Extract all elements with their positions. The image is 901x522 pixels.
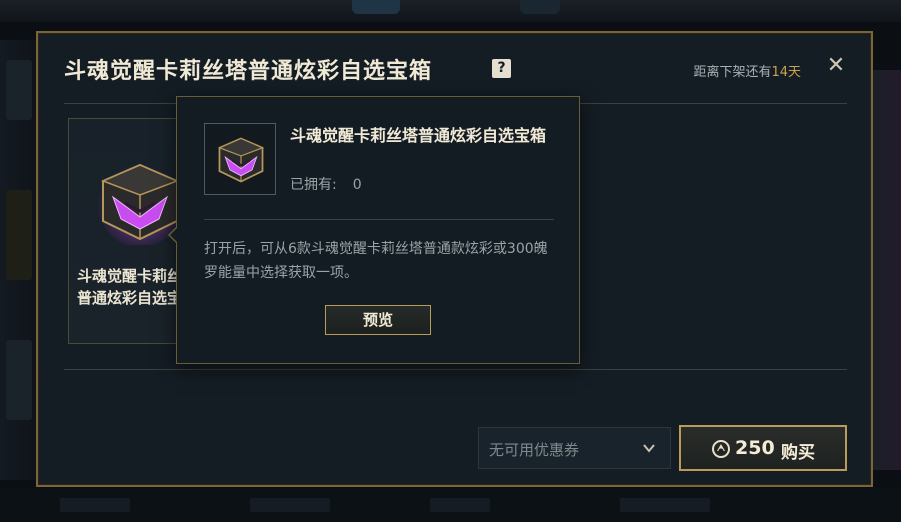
owned-count: 已拥有: 0 — [290, 174, 362, 194]
tooltip-item-name: 斗魂觉醒卡莉丝塔普通炫彩自选宝箱 — [290, 126, 547, 145]
buy-label: 购买 — [781, 443, 815, 463]
owned-label: 已拥有: — [290, 177, 337, 193]
removal-countdown: 距离下架还有14天 — [693, 61, 801, 80]
background-top-bar — [0, 0, 901, 22]
tooltip-divider — [204, 219, 554, 220]
modal-title: 斗魂觉醒卡莉丝塔普通炫彩自选宝箱 — [64, 59, 433, 84]
background-tab — [520, 0, 560, 14]
countdown-label: 距离下架还有 — [693, 65, 772, 80]
buy-price: 250 — [735, 437, 775, 459]
background-bottom-bar — [0, 488, 901, 522]
coupon-select[interactable]: 无可用优惠券 — [478, 427, 671, 469]
coupon-select-value: 无可用优惠券 — [489, 441, 580, 459]
help-icon[interactable]: ? — [492, 59, 511, 78]
tooltip-description: 打开后，可从6款斗魂觉醒卡莉丝塔普通款炫彩或300魄罗能量中选择获取一项。 — [204, 241, 548, 281]
chest-icon — [217, 137, 265, 183]
preview-button[interactable]: 预览 — [325, 305, 431, 335]
chevron-down-icon — [643, 444, 655, 453]
footer-divider — [64, 369, 847, 370]
close-icon[interactable]: ✕ — [825, 55, 847, 77]
tooltip-thumbnail — [204, 123, 276, 195]
riot-points-icon — [712, 440, 730, 458]
background-left-panel — [0, 40, 36, 480]
background-right-panel — [871, 70, 901, 470]
background-tab — [352, 0, 400, 14]
buy-button[interactable]: 250 购买 — [679, 425, 847, 471]
item-tooltip: 斗魂觉醒卡莉丝塔普通炫彩自选宝箱 已拥有: 0 打开后，可从6款斗魂觉醒卡莉丝塔普… — [168, 96, 580, 364]
countdown-days: 14天 — [771, 65, 801, 80]
owned-value: 0 — [352, 177, 362, 193]
